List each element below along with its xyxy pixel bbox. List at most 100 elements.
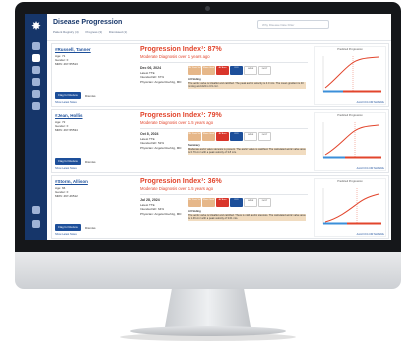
sidebar: ✸	[25, 14, 47, 240]
chart-plot	[322, 56, 381, 93]
chip-av-area[interactable]: AV Area	[216, 66, 229, 75]
chart-link[interactable]: Avoid CCC-CIR NotificMe	[357, 167, 384, 170]
nav-progression-icon[interactable]	[32, 54, 40, 62]
patient-card: #Russell, Tanner Age: 71 Gender: F MRN: …	[51, 43, 389, 107]
ai-finding: AI Finding The aortic valve is trileafle…	[188, 78, 306, 89]
page-title: Disease Progression	[53, 19, 123, 26]
dismiss-button[interactable]: Dismiss	[85, 160, 96, 164]
finding-label: Summary	[188, 144, 200, 147]
monitor-bezel: ✸ Disease Progression Patient Registry (…	[15, 2, 401, 264]
nav-user-icon[interactable]	[32, 220, 40, 228]
range-bar-blue	[323, 90, 343, 93]
chart-title: Predicted Progression	[337, 48, 363, 51]
finding-text: The aortic valve is trileaflet and calci…	[188, 81, 306, 89]
progression-chart: Predicted Progression Avoid CCC-CIR Noti…	[314, 112, 386, 171]
diagnosis-text: Moderate Diagnosis over 1 years ago	[140, 54, 210, 59]
monitor-chin	[15, 252, 401, 289]
progression-chart: Predicted Progression Avoid CCC-CIR Noti…	[314, 46, 386, 105]
encounter-line: Physician: Angela Roehrig, MD	[140, 145, 182, 150]
progression-curve	[324, 56, 380, 89]
patient-info: #Russell, Tanner Age: 71 Gender: F MRN: …	[55, 47, 137, 67]
encounter-info: Oct 8, 2024 Latest TTE Intended EF: 52% …	[140, 132, 181, 150]
progression-chart: Predicted Progression Avoid CCC-CIR Noti…	[314, 178, 386, 237]
progression-index: Progression Index¹: 36%	[140, 178, 222, 185]
progression-summary: Progression Index¹: 79% Moderate Diagnos…	[140, 112, 310, 170]
patient-card: #Storm, Allison Age: 66 Gender: F MRN: 4…	[51, 175, 389, 239]
chip-dvi[interactable]: DVI	[230, 132, 243, 141]
chip-lvef[interactable]: LVEF	[244, 66, 257, 75]
diagnosis-text: Moderate Diagnosis over 1.5 years ago	[140, 120, 214, 125]
divider	[140, 194, 308, 195]
camera-icon	[205, 6, 210, 11]
progression-summary: Progression Index¹: 36% Moderate Diagnos…	[140, 178, 310, 236]
chart-link[interactable]: Avoid CCC-CIR NotificMe	[357, 101, 384, 104]
chip-av-peak-vel[interactable]: AV Peak Vel	[188, 66, 201, 75]
patient-mrn: MRN: 497-46512	[55, 194, 78, 199]
nav-home-icon[interactable]	[32, 42, 40, 50]
chip-lvot[interactable]: LVOT	[258, 132, 271, 141]
dismiss-button[interactable]: Dismiss	[85, 94, 96, 98]
show-notes-link[interactable]: Show Latest Notes	[55, 233, 77, 236]
patient-meta: Age: 72 Gender: F MRN: 497-55534	[55, 120, 137, 133]
encounter-info: Dec 06, 2024 Latest TTE Intended EF: 67%…	[140, 66, 181, 84]
chip-lvot[interactable]: LVOT	[258, 66, 271, 75]
patient-name-link[interactable]: #Russell, Tanner	[55, 47, 137, 52]
nav-patients-icon[interactable]	[32, 66, 40, 74]
progression-curve	[324, 124, 380, 156]
chip-av-area[interactable]: AV Area	[216, 198, 229, 207]
patient-card: #Jean, Hollis Age: 72 Gender: F MRN: 497…	[51, 109, 389, 173]
patient-meta: Age: 71 Gender: F MRN: 497-55513	[55, 54, 137, 67]
flag-review-button[interactable]: Flag for Review	[55, 224, 81, 231]
progression-index: Progression Index¹: 79%	[140, 112, 222, 119]
patient-name-link[interactable]: #Jean, Hollis	[55, 113, 137, 118]
chip-av-peak-vel[interactable]: AV Peak Vel	[188, 198, 201, 207]
progression-index: Progression Index¹: 87%	[140, 46, 222, 53]
chip-av-peak-vel[interactable]: AV Peak Vel	[188, 132, 201, 141]
chip-dvi[interactable]: DVI	[230, 198, 243, 207]
chip-lvef[interactable]: LVEF	[244, 132, 257, 141]
diagnosis-text: Moderate Diagnosis over 1.5 years ago	[140, 186, 214, 191]
encounter-date: Dec 06, 2024	[140, 66, 162, 70]
tab-patient-registry[interactable]: Patient Registry (4)	[53, 30, 79, 34]
chip-dvi[interactable]: DVI	[230, 66, 243, 75]
flag-review-button[interactable]: Flag for Review	[55, 92, 81, 99]
app-logo-icon: ✸	[30, 19, 42, 33]
dismiss-button[interactable]: Dismiss	[85, 226, 96, 230]
patient-meta: Age: 66 Gender: F MRN: 497-46512	[55, 186, 137, 199]
chart-title: Predicted Progression	[337, 114, 363, 117]
chart-link[interactable]: Avoid CCC-CIR NotificMe	[357, 233, 384, 236]
chart-plot	[322, 122, 381, 159]
chip-mean-grad[interactable]: Mean Grad	[202, 198, 215, 207]
finding-label: AI Finding	[188, 78, 201, 81]
range-bar-red	[343, 90, 381, 93]
search-input[interactable]: Why Disease Date Filter	[257, 20, 329, 29]
chip-lvot[interactable]: LVOT	[258, 198, 271, 207]
encounter-date: Jul 28, 2024	[140, 198, 160, 202]
monitor-stand	[165, 289, 251, 327]
tab-dismissed[interactable]: Dismissed (1)	[109, 30, 127, 34]
subnav: Patient Registry (4) Progress (3) Dismis…	[53, 30, 133, 34]
app-screen: ✸ Disease Progression Patient Registry (…	[25, 14, 391, 240]
nav-alerts-icon[interactable]	[32, 102, 40, 110]
tab-progress[interactable]: Progress (3)	[86, 30, 103, 34]
progression-summary: Progression Index¹: 87% Moderate Diagnos…	[140, 46, 310, 104]
nav-analytics-icon[interactable]	[32, 90, 40, 98]
nav-reports-icon[interactable]	[32, 78, 40, 86]
range-bar-red	[345, 156, 381, 159]
ai-finding: Summary Moderate aortic valve stenosis i…	[188, 144, 306, 155]
patient-name-link[interactable]: #Storm, Allison	[55, 179, 137, 184]
range-bar-blue	[323, 222, 347, 225]
patient-info: #Storm, Allison Age: 66 Gender: F MRN: 4…	[55, 179, 137, 199]
top-bar: Disease Progression Patient Registry (4)…	[47, 14, 391, 41]
show-notes-link[interactable]: Show Latest Notes	[55, 101, 77, 104]
chart-plot	[322, 188, 381, 225]
chip-mean-grad[interactable]: Mean Grad	[202, 132, 215, 141]
show-notes-link[interactable]: Show Latest Notes	[55, 167, 77, 170]
chip-lvef[interactable]: LVEF	[244, 198, 257, 207]
nav-settings-icon[interactable]	[32, 206, 40, 214]
encounter-line: Physician: Angela Roehrig, MD	[140, 211, 182, 216]
chip-mean-grad[interactable]: Mean Grad	[202, 66, 215, 75]
flag-review-button[interactable]: Flag for Review	[55, 158, 81, 165]
chip-av-area[interactable]: AV Area	[216, 132, 229, 141]
encounter-date: Oct 8, 2024	[140, 132, 159, 136]
